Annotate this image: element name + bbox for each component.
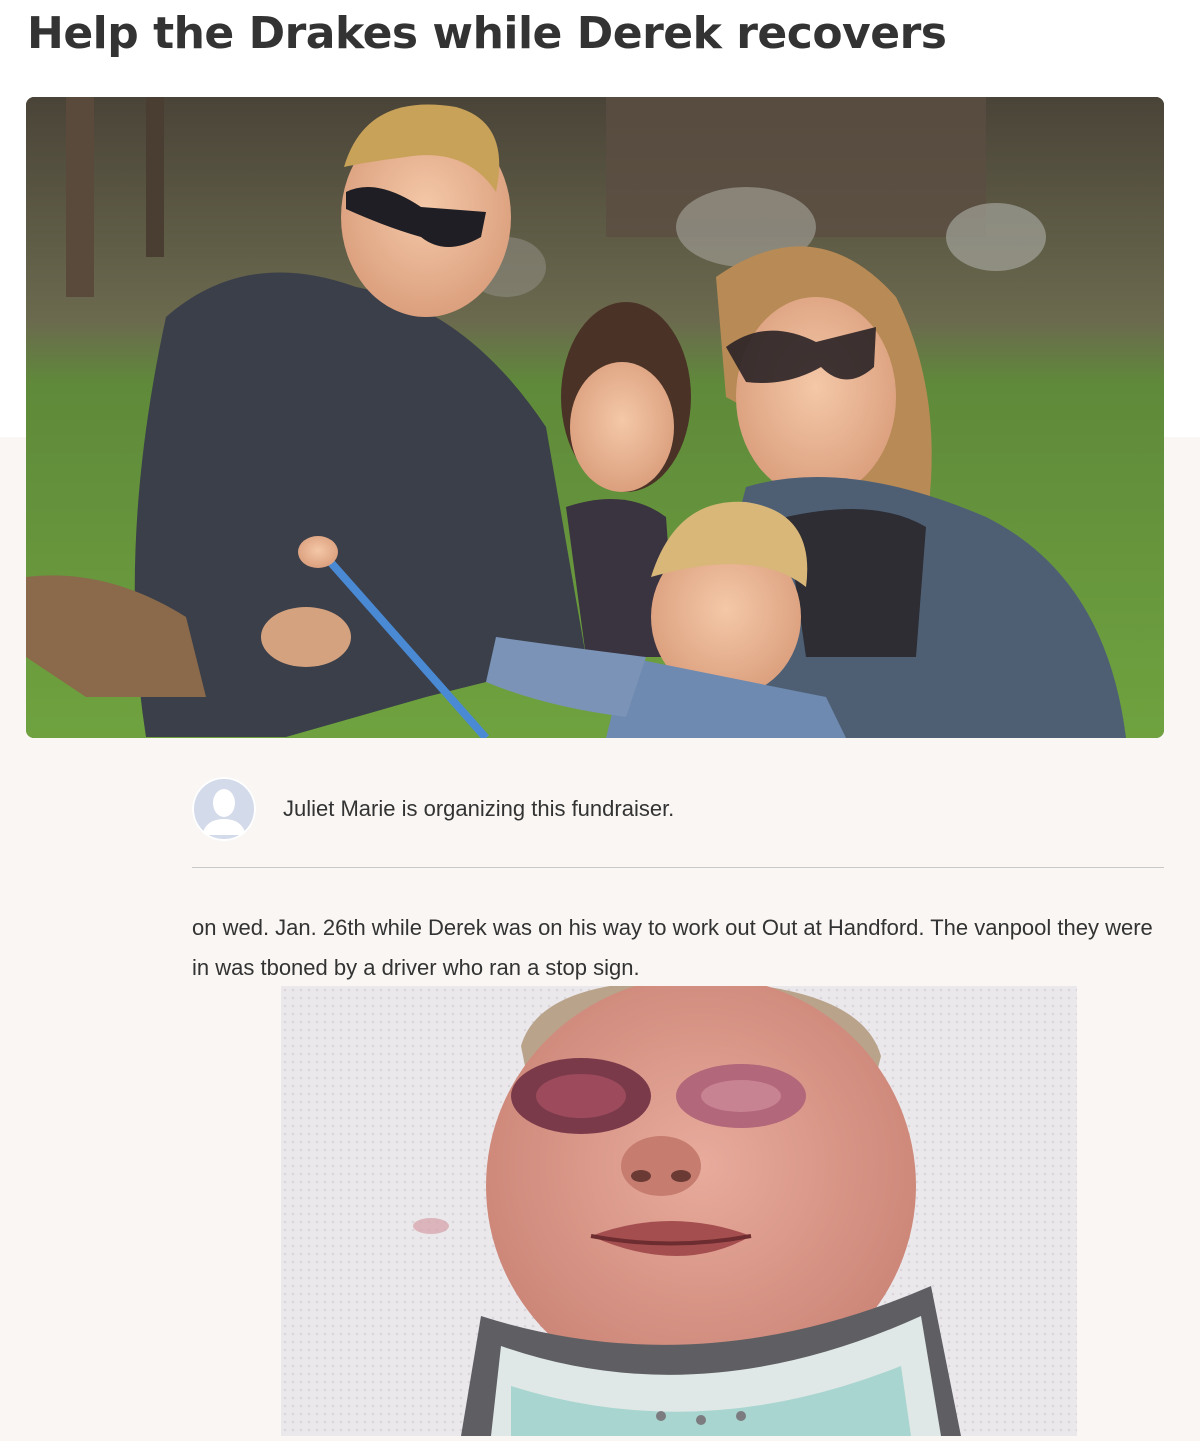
hero-image[interactable] xyxy=(26,97,1164,738)
family-photo xyxy=(26,97,1164,738)
story-image[interactable] xyxy=(281,986,1077,1436)
divider xyxy=(192,867,1164,868)
story-text: on wed. Jan. 26th while Derek was on his… xyxy=(192,915,1153,980)
user-placeholder-icon xyxy=(192,777,256,841)
avatar[interactable] xyxy=(192,777,256,841)
injury-photo xyxy=(281,986,1077,1436)
page-title: Help the Drakes while Derek recovers xyxy=(27,8,947,59)
organizer-text: Juliet Marie is organizing this fundrais… xyxy=(283,796,675,821)
organizer-section: Juliet Marie is organizing this fundrais… xyxy=(192,776,1164,842)
